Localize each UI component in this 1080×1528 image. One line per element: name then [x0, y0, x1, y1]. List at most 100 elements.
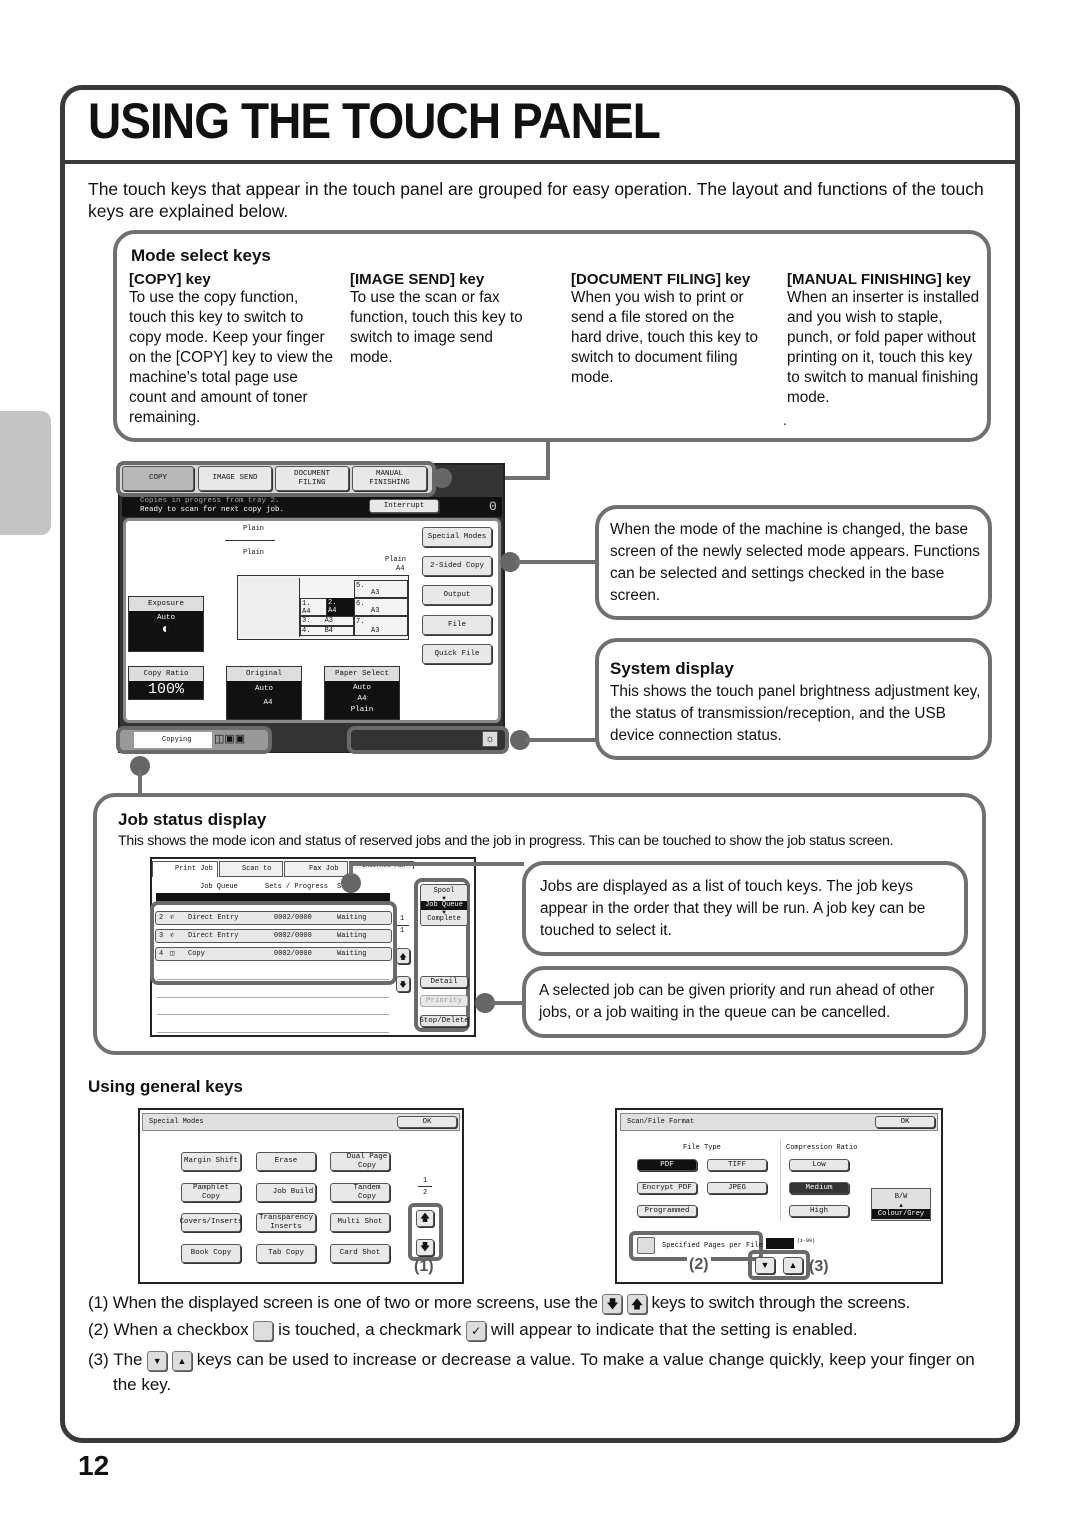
output-button[interactable]: Output: [422, 585, 492, 605]
down-arrow-key-icon: 🡇: [602, 1293, 623, 1314]
interrupt-button[interactable]: Interrupt: [369, 499, 439, 513]
copy-ratio-value: 100%: [129, 681, 203, 699]
original-key[interactable]: Original Auto A4: [226, 666, 302, 720]
multi-shot-button[interactable]: Multi Shot: [330, 1213, 390, 1232]
trailing-dot: .: [783, 412, 787, 428]
bw-label: B/W: [894, 1193, 908, 1201]
file-button[interactable]: File: [422, 615, 492, 635]
page-down-button[interactable]: 🡇: [416, 1239, 434, 1256]
copy-icon: ◫: [170, 950, 175, 958]
stop-delete-button[interactable]: Stop/Delete: [419, 1015, 469, 1027]
special-modes-button[interactable]: Special Modes: [422, 527, 492, 547]
job-status-copying[interactable]: Copying: [134, 732, 212, 748]
medium-button[interactable]: Medium: [789, 1182, 849, 1194]
exposure-label: Exposure: [129, 597, 203, 611]
quick-file-button[interactable]: Quick File: [422, 644, 492, 664]
paper-select-key[interactable]: Paper Select Auto A4 Plain: [324, 666, 400, 720]
mode-key-manual-finishing[interactable]: MANUAL FINISHING: [352, 466, 427, 491]
job-row[interactable]: 3 ✆ Direct Entry 0002/0000 Waiting: [155, 929, 392, 943]
file-type-label: File Type: [683, 1144, 721, 1152]
exposure-key[interactable]: Exposure Auto ◐: [128, 596, 204, 652]
brightness-icon[interactable]: ☼: [482, 731, 498, 747]
pamphlet-copy-button[interactable]: Pamphlet Copy: [181, 1183, 241, 1202]
pages-per-file-value[interactable]: [766, 1238, 794, 1249]
tiff-button[interactable]: TIFF: [707, 1159, 767, 1171]
special-page-total: 2: [423, 1189, 428, 1197]
tab-fax-job[interactable]: Fax Job: [284, 861, 348, 877]
fax-icon: ✆: [170, 914, 175, 922]
scan-format-ok-button[interactable]: OK: [875, 1116, 935, 1128]
decrease-button[interactable]: ▼: [755, 1257, 775, 1274]
detail-button[interactable]: Detail: [420, 976, 468, 988]
paper-select-label: Paper Select: [325, 667, 399, 681]
colour-mode-toggle[interactable]: B/W ▲ Colour/Grey: [871, 1188, 931, 1221]
checkbox-icon: [253, 1320, 274, 1341]
job-build-button[interactable]: Job Build: [256, 1183, 316, 1202]
updown-icon: ▲: [899, 1202, 903, 1209]
job-row[interactable]: 4 ◫ Copy 0002/0000 Waiting: [155, 947, 392, 961]
empty-row-line: [157, 997, 389, 998]
mode-key-image-send[interactable]: IMAGE SEND: [198, 466, 272, 491]
document-filing-key-desc: [DOCUMENT FILING] key When you wish to p…: [571, 271, 766, 388]
jpeg-button[interactable]: JPEG: [707, 1182, 767, 1194]
high-button[interactable]: High: [789, 1205, 849, 1217]
image-send-key-text: To use the scan or fax function, touch t…: [350, 289, 523, 366]
page-divider: [418, 1186, 432, 1187]
manual-finishing-key-title: [MANUAL FINISHING] key: [787, 271, 971, 288]
marker-3: (3): [809, 1258, 829, 1275]
scroll-up-button[interactable]: 🡅: [396, 948, 410, 964]
low-button[interactable]: Low: [789, 1159, 849, 1171]
copy-count: 0: [489, 499, 497, 514]
priority-note: A selected job can be given priority and…: [539, 982, 935, 1021]
book-copy-button[interactable]: Book Copy: [181, 1244, 241, 1263]
pages-per-file-checkbox[interactable]: [637, 1237, 655, 1254]
job-mode-icons: ◫▣▣: [214, 733, 246, 745]
dual-page-copy-button[interactable]: Dual Page Copy: [330, 1152, 390, 1171]
callout-dot: [341, 873, 361, 893]
manual-finishing-key-text: When an inserter is installed and you wi…: [787, 289, 980, 406]
scroll-down-button[interactable]: 🡇: [396, 976, 410, 992]
paper-select-line2: A4: [357, 695, 367, 703]
pdf-button[interactable]: PDF: [637, 1159, 697, 1171]
two-sided-copy-button[interactable]: 2-Sided Copy: [422, 556, 492, 576]
mode-key-document-filing[interactable]: DOCUMENT FILING: [275, 466, 349, 491]
system-display-text: This shows the touch panel brightness ad…: [610, 683, 981, 744]
transparency-inserts-button[interactable]: Transparency Inserts: [256, 1213, 316, 1232]
copy-ratio-key[interactable]: Copy Ratio 100%: [128, 666, 204, 700]
decrease-key-icon: ▼: [147, 1350, 168, 1371]
page-number: 12: [78, 1450, 110, 1481]
page-divider: [397, 925, 409, 926]
tray-5: 5. A3: [354, 580, 408, 598]
image-send-key-title: [IMAGE SEND] key: [350, 271, 485, 288]
pages-range: (1-99): [797, 1238, 816, 1244]
programmed-button[interactable]: Programmed: [637, 1205, 697, 1217]
active-job-row[interactable]: [156, 893, 390, 901]
tab-scan-to[interactable]: Scan to: [219, 861, 283, 877]
job-state-selector[interactable]: Spool ▼ Job Queue ▼ Complete: [420, 884, 468, 926]
empty-row-line: [157, 1032, 389, 1033]
special-modes-ok-button[interactable]: OK: [397, 1116, 457, 1128]
margin-shift-button[interactable]: Margin Shift: [181, 1152, 241, 1171]
page-up-button[interactable]: 🡅: [416, 1210, 434, 1227]
job-row[interactable]: 2 ✆ Direct Entry 0002/0000 Waiting: [155, 911, 392, 925]
increase-button[interactable]: ▲: [783, 1257, 803, 1274]
special-page-current: 1: [423, 1177, 428, 1185]
covers-inserts-button[interactable]: Covers/Inserts: [180, 1213, 243, 1232]
encrypt-pdf-button[interactable]: Encrypt PDF: [637, 1182, 697, 1194]
note-1: (1) When the displayed screen is one of …: [88, 1293, 911, 1314]
tab-print-job[interactable]: Print Job: [152, 861, 218, 877]
card-shot-button[interactable]: Card Shot: [330, 1244, 390, 1263]
status-message: Copies in progress from tray 2. Ready to…: [122, 497, 502, 517]
priority-button[interactable]: Priority: [420, 995, 468, 1007]
finisher-illustration: [240, 578, 300, 637]
document-filing-key-title: [DOCUMENT FILING] key: [571, 271, 751, 288]
tandem-copy-button[interactable]: Tandem Copy: [330, 1183, 390, 1202]
mode-key-copy[interactable]: COPY: [122, 466, 194, 491]
connector-line: [515, 560, 597, 564]
marker-2: (2): [687, 1256, 711, 1274]
copy-key-desc: [COPY] key To use the copy function, tou…: [129, 271, 334, 428]
tray-grid: 5. A3 1. A4 2. A4 6. A3 3. A3 4. B4 7. A3: [300, 580, 408, 636]
connector-line: [490, 1001, 525, 1005]
tab-copy-button[interactable]: Tab Copy: [256, 1244, 316, 1263]
erase-button[interactable]: Erase: [256, 1152, 316, 1171]
